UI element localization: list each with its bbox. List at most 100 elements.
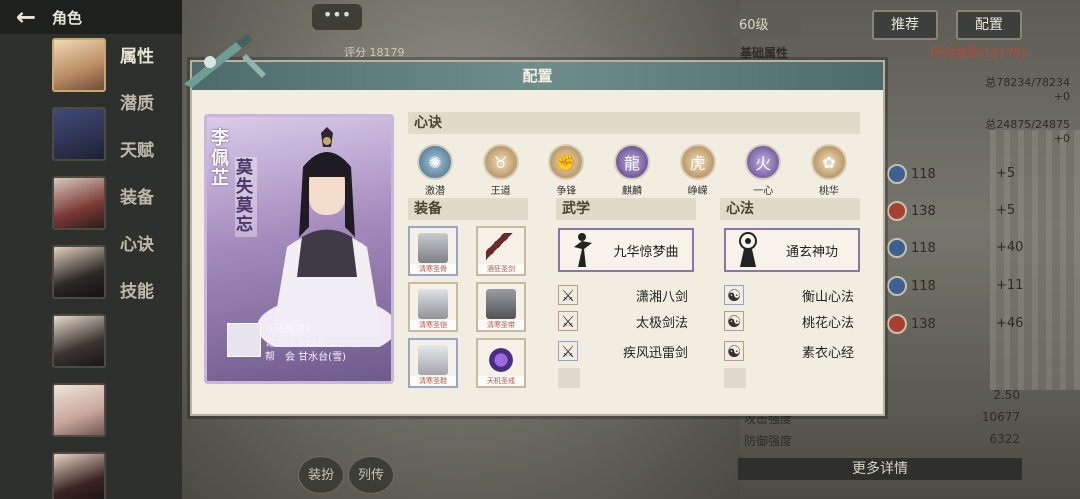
nav-item-skills[interactable]: 技能 (120, 279, 170, 326)
xinjue-list: ✺ 激潜 ♉ 王道 ✊ 争锋 龍 麒麟 虎 峥嵘 火 一心 ✿ 桃华 (414, 144, 850, 197)
sword-icon (486, 233, 516, 263)
armor-icon (418, 289, 448, 319)
belt-icon (486, 289, 516, 319)
attribute-row: 138 (887, 314, 945, 334)
equipment-name: 清寒圣带 (478, 320, 524, 330)
martial-art-row[interactable]: ⚔ 太极剑法 (558, 310, 688, 332)
xinjue-item[interactable]: ♉ 王道 (480, 144, 522, 197)
xinfa-row[interactable]: ☯ 衡山心法 (724, 284, 854, 306)
back-button[interactable]: ← (0, 0, 52, 34)
ring-icon (486, 345, 516, 375)
attribute-bonus: +40 (996, 240, 1024, 255)
nav-item-potential[interactable]: 潜质 (120, 91, 170, 138)
chat-icon[interactable]: ••• (312, 4, 362, 30)
equipment-name: 天机圣戒 (478, 376, 524, 386)
xinjue-item[interactable]: ✺ 激潜 (414, 144, 456, 197)
martial-art-name: 九华惊梦曲 (613, 244, 679, 260)
attribute-row: 138 (887, 201, 945, 221)
martial-figure-icon: ⚔ (558, 341, 578, 361)
xinfa-name: 通玄神功 (785, 244, 838, 260)
character-portrait[interactable] (52, 383, 106, 437)
xinjue-label: 王道 (490, 186, 511, 197)
equipment-name: 清寒圣骨 (410, 264, 456, 274)
stat-row: 防御强度 6322 (744, 432, 1020, 454)
basic-attributes-header: 基础属性 所向披靡(18179) (740, 44, 1026, 61)
equipment-slot[interactable]: 清寒圣鞋 (408, 338, 458, 388)
character-card[interactable]: 李佩芷 莫失莫忘 桂花载酒9 论剑分 4185 帮 会 甘水台(雪) (204, 114, 394, 384)
stat-value: 6322 (989, 432, 1020, 446)
xinjue-item[interactable]: ✊ 争锋 (545, 144, 587, 197)
more-details-button[interactable]: 更多详情 (738, 458, 1022, 480)
sword-ornament-icon (184, 34, 266, 88)
section-header-xinjue: 心诀 (408, 112, 860, 134)
left-nav: ← 角色 属性 潜质 天赋 装备 心诀 技能 (0, 0, 182, 499)
recommend-button[interactable]: 推荐 (872, 10, 938, 40)
xinjue-item[interactable]: 虎 峥嵘 (677, 144, 719, 197)
main-martial-art[interactable]: 九华惊梦曲 (558, 228, 694, 272)
power-link[interactable]: 所向披靡(18179) (930, 44, 1026, 61)
mp-bonus: +0 (1053, 132, 1070, 145)
character-portrait[interactable] (52, 176, 106, 230)
player-name: 桂花载酒9 (265, 324, 312, 335)
dancer-silhouette-icon (574, 233, 592, 267)
red-shield-icon (887, 314, 907, 334)
character-portrait[interactable] (52, 245, 106, 299)
nav-item-attributes[interactable]: 属性 (120, 44, 170, 91)
character-portrait[interactable] (52, 38, 106, 92)
attribute-value: 138 (911, 203, 936, 219)
xinjue-label: 一心 (753, 186, 774, 197)
character-figure (257, 127, 391, 347)
xinfa-row[interactable]: ☯ 素衣心经 (724, 340, 854, 362)
peach-blossom-icon: ✿ (810, 144, 847, 180)
hp-total: 总78234/78234 (985, 76, 1070, 89)
blue-sword-icon (887, 276, 907, 296)
empty-skill-slot[interactable] (724, 368, 746, 388)
attribute-row: 118 (887, 164, 945, 184)
xinfa-figure-icon: ☯ (724, 341, 744, 361)
helmet-icon (418, 233, 448, 263)
martial-art-row[interactable]: ⚔ 潇湘八剑 (558, 284, 688, 306)
tab-biography[interactable]: 列传 (348, 456, 394, 494)
attribute-value: 118 (911, 278, 936, 294)
xinjue-item[interactable]: 龍 麒麟 (611, 144, 653, 197)
equipment-slot[interactable]: 清寒圣带 (476, 282, 526, 332)
nav-item-xinjue[interactable]: 心诀 (120, 232, 170, 279)
character-portrait[interactable] (52, 107, 106, 161)
xinjue-label: 激潜 (425, 186, 445, 197)
config-button[interactable]: 配置 (956, 10, 1022, 40)
attribute-bonus: +46 (996, 316, 1024, 331)
xinjue-item[interactable]: ✿ 桃华 (808, 144, 850, 197)
xinjue-item[interactable]: 火 一心 (742, 144, 784, 197)
xinfa-name: 桃花心法 (801, 315, 854, 331)
xinjue-label: 峥嵘 (687, 186, 708, 197)
section-header-martial-arts: 武学 (556, 198, 696, 220)
equipment-slot[interactable]: 清寒圣铠 (408, 282, 458, 332)
equipment-slot[interactable]: 天机圣戒 (476, 338, 526, 388)
martial-figure-icon: ⚔ (558, 311, 578, 331)
nav-item-equipment[interactable]: 装备 (120, 185, 170, 232)
empty-skill-slot[interactable] (558, 368, 580, 388)
martial-art-row[interactable]: ⚔ 疾风迅雷剑 (558, 340, 688, 362)
xinjue-label: 桃华 (818, 186, 839, 197)
equipment-slot[interactable]: 酒狂圣剑 (476, 226, 526, 276)
page-title: 角色 (52, 8, 83, 27)
equipment-slot[interactable]: 清寒圣骨 (408, 226, 458, 276)
xinfa-figure-icon: ☯ (724, 311, 744, 331)
bottom-tabs: 装扮 列传 (298, 456, 394, 494)
martial-art-name: 太极剑法 (635, 315, 688, 331)
character-name: 李佩芷 (211, 128, 229, 189)
xinjue-label: 麒麟 (621, 186, 642, 197)
xinfa-figure-icon: ☯ (724, 285, 744, 305)
main-xinfa[interactable]: 通玄神功 (724, 228, 860, 272)
character-portrait[interactable] (52, 452, 106, 499)
attribute-bonus: +5 (996, 166, 1016, 181)
xinfa-row[interactable]: ☯ 桃花心法 (724, 310, 854, 332)
nav-item-talent[interactable]: 天赋 (120, 138, 170, 185)
equipment-name: 清寒圣鞋 (410, 376, 456, 386)
character-portrait[interactable] (52, 314, 106, 368)
top-bar: ← 角色 (0, 0, 182, 34)
attribute-value: 118 (911, 166, 936, 182)
tab-dressup[interactable]: 装扮 (298, 456, 344, 494)
stat-label: 防御强度 (744, 434, 793, 448)
section-header-equipment: 装备 (408, 198, 528, 220)
